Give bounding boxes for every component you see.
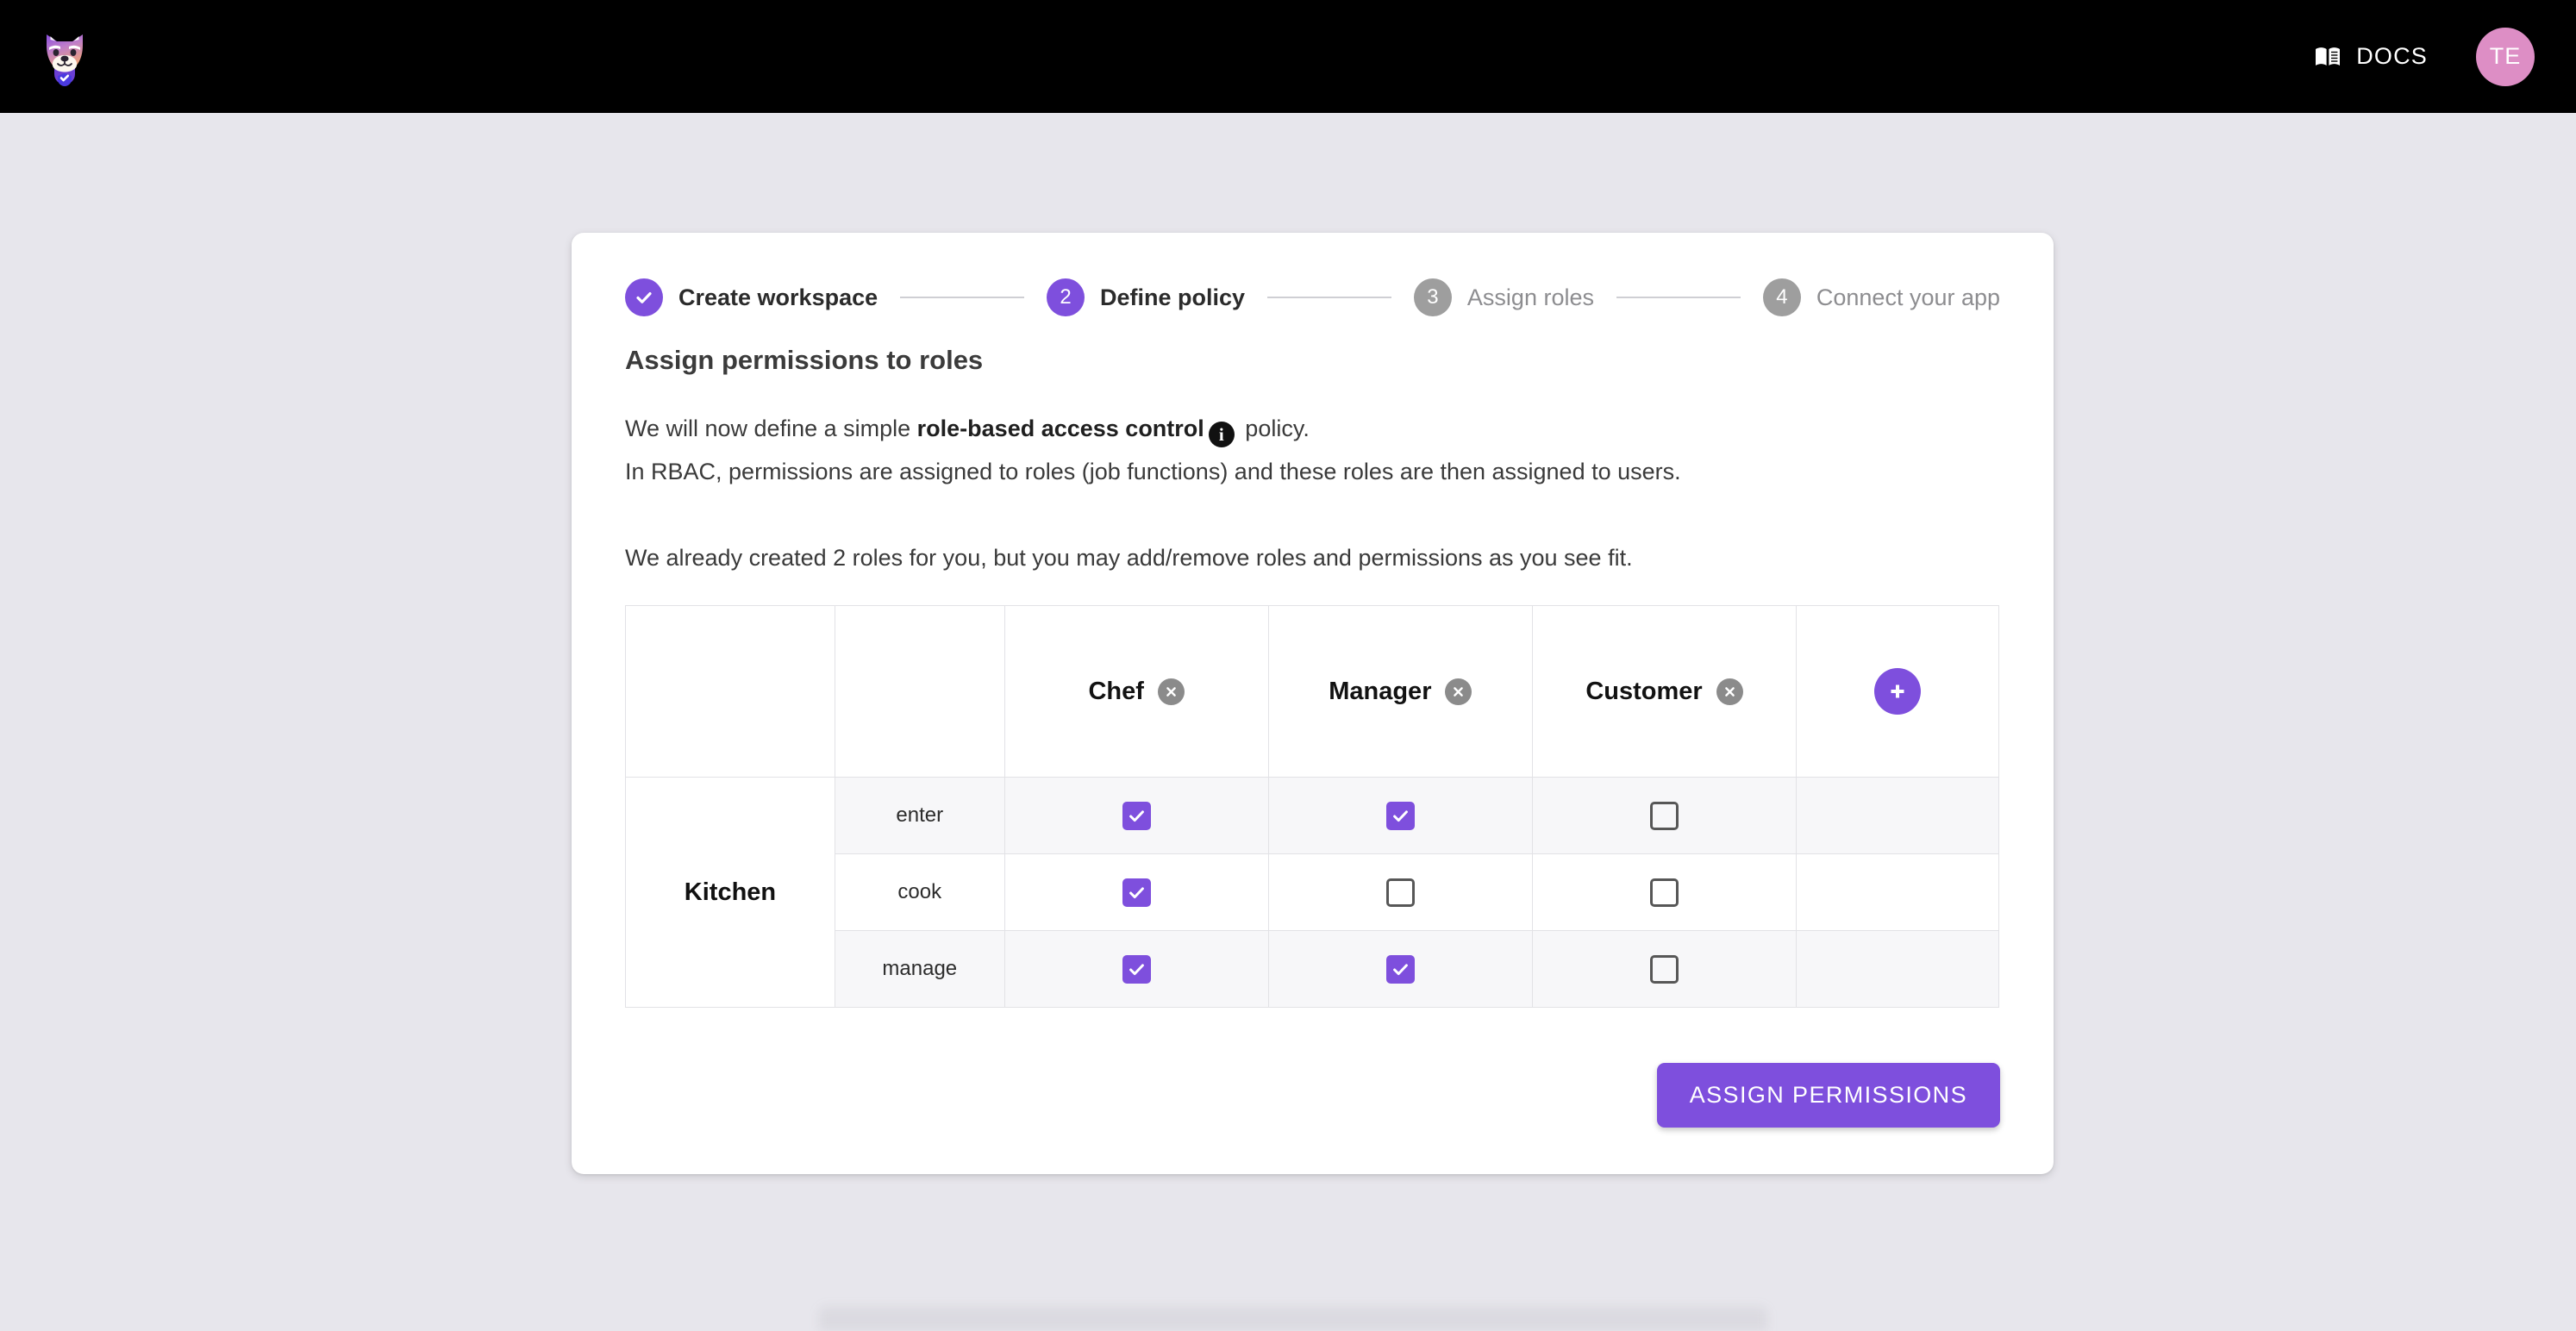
checkbox-customer-enter[interactable]	[1649, 801, 1679, 830]
paragraph1-suffix: policy.	[1238, 416, 1310, 441]
topbar-right-group: DOCS TE	[2315, 0, 2535, 113]
stepper-label-assign-roles: Assign roles	[1466, 284, 1594, 310]
step-number-4: 4	[1776, 285, 1788, 309]
step-indicator-4: 4	[1762, 278, 1801, 316]
info-icon[interactable]: i	[1208, 422, 1235, 447]
assign-permissions-button[interactable]: ASSIGN PERMISSIONS	[1656, 1063, 2000, 1128]
page-title: Assign permissions to roles	[625, 345, 984, 375]
docs-link[interactable]: DOCS	[2315, 43, 2428, 70]
stepper-label-connect-your-app: Connect your app	[1816, 284, 2001, 310]
stepper-step-assign-roles[interactable]: 3 Assign roles	[1413, 278, 1594, 316]
matrix-body: Kitchen enter cook manage	[625, 777, 1999, 1008]
step-number-3: 3	[1427, 285, 1439, 309]
cell-customer-cook[interactable]	[1531, 853, 1798, 931]
intro-paragraph-2: In RBAC, permissions are assigned to rol…	[625, 459, 1681, 484]
cell-manager-manage[interactable]	[1267, 930, 1533, 1008]
role-name-chef: Chef	[1088, 677, 1144, 705]
cell-spacer-enter	[1796, 777, 1999, 854]
stepper-step-connect-your-app[interactable]: 4 Connect your app	[1762, 278, 2001, 316]
book-icon	[2315, 47, 2341, 67]
role-name-manager: Manager	[1329, 677, 1432, 705]
checkbox-chef-enter[interactable]	[1122, 801, 1151, 830]
stepper-connector-3	[1616, 297, 1741, 298]
cell-chef-enter[interactable]	[1004, 777, 1269, 854]
table-row: Kitchen enter	[625, 777, 1999, 1008]
permission-matrix-table: Chef Manager Customer Kitchen enter cook…	[625, 605, 1999, 1008]
role-column-header-customer: Customer	[1531, 605, 1798, 778]
role-name-customer: Customer	[1585, 677, 1703, 705]
permission-name-enter: enter	[834, 777, 1005, 854]
cell-chef-manage[interactable]	[1004, 930, 1269, 1008]
shiba-dog-logo-icon[interactable]	[34, 26, 95, 86]
checkbox-customer-manage[interactable]	[1649, 954, 1679, 984]
matrix-head: Chef Manager Customer	[625, 605, 1999, 778]
stepper-connector-2	[1267, 297, 1391, 298]
cell-spacer-manage	[1796, 930, 1999, 1008]
step-number-2: 2	[1060, 285, 1072, 309]
avatar-initials: TE	[2489, 43, 2522, 69]
onboarding-card: Create workspace 2 Define policy 3 Assig…	[572, 233, 2054, 1174]
remove-role-manager-close-circle-icon[interactable]	[1445, 678, 1472, 705]
checkbox-chef-cook[interactable]	[1122, 878, 1151, 907]
permission-name-manage: manage	[834, 930, 1005, 1008]
cell-manager-cook[interactable]	[1267, 853, 1533, 931]
docs-label: DOCS	[2356, 43, 2428, 69]
cell-spacer-cook	[1796, 853, 1999, 931]
stepper-connector-1	[900, 297, 1024, 298]
resource-name-kitchen: Kitchen	[625, 777, 835, 1008]
card-actions: ASSIGN PERMISSIONS	[625, 1063, 2000, 1128]
matrix-resource-col-header	[625, 605, 835, 778]
checkbox-manager-manage[interactable]	[1385, 954, 1415, 984]
step-indicator-2: 2	[1047, 278, 1085, 316]
remove-role-customer-close-circle-icon[interactable]	[1716, 678, 1743, 705]
add-role-column-header	[1796, 605, 1999, 778]
intro-paragraph-3: We already created 2 roles for you, but …	[625, 545, 1633, 571]
remove-role-chef-close-circle-icon[interactable]	[1157, 678, 1185, 705]
cell-manager-enter[interactable]	[1267, 777, 1533, 854]
top-navigation-bar: DOCS TE	[0, 0, 2576, 113]
add-role-button-plus-icon[interactable]	[1874, 668, 1922, 715]
stepper-label-create-workspace: Create workspace	[678, 284, 878, 310]
role-column-header-manager: Manager	[1267, 605, 1533, 778]
permission-name-cook: cook	[834, 853, 1005, 931]
stepper-step-define-policy[interactable]: 2 Define policy	[1047, 278, 1245, 316]
role-column-header-chef: Chef	[1004, 605, 1269, 778]
stepper-step-create-workspace[interactable]: Create workspace	[625, 278, 878, 316]
page-bottom-shadow	[819, 1307, 1767, 1331]
checkbox-manager-enter[interactable]	[1385, 801, 1415, 830]
cell-chef-cook[interactable]	[1004, 853, 1269, 931]
rbac-term: role-based access control	[916, 416, 1204, 441]
matrix-permission-col-header	[834, 605, 1005, 778]
stepper-label-define-policy: Define policy	[1100, 284, 1246, 310]
checkbox-customer-cook[interactable]	[1649, 878, 1679, 907]
intro-paragraph-1: We will now define a simple role-based a…	[625, 407, 2000, 450]
avatar[interactable]: TE	[2476, 27, 2535, 86]
step-indicator-check-icon	[625, 278, 663, 316]
checkbox-chef-manage[interactable]	[1122, 954, 1151, 984]
cell-customer-manage[interactable]	[1531, 930, 1798, 1008]
cell-customer-enter[interactable]	[1531, 777, 1798, 854]
matrix-header-row: Chef Manager Customer	[625, 605, 1999, 778]
paragraph1-prefix: We will now define a simple	[625, 416, 917, 441]
stepper: Create workspace 2 Define policy 3 Assig…	[625, 271, 2000, 324]
step-indicator-3: 3	[1413, 278, 1452, 316]
checkbox-manager-cook[interactable]	[1385, 878, 1415, 907]
